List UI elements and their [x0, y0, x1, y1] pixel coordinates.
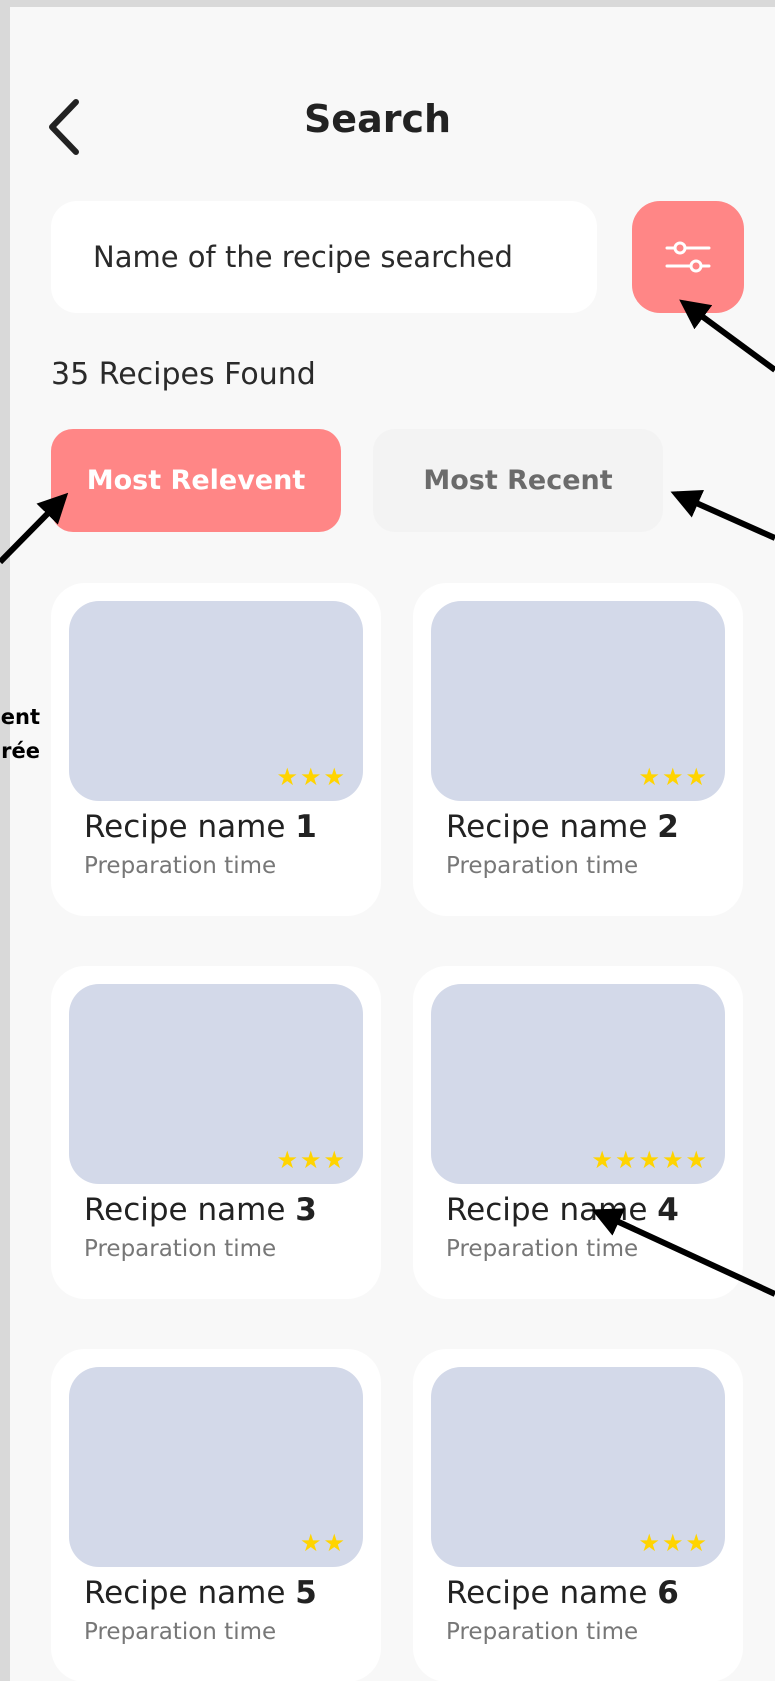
- annotation-arrow: [591, 1208, 775, 1297]
- annotation-arrows: [0, 299, 775, 1297]
- annotation-arrow: [679, 299, 775, 373]
- annotation-arrow: [670, 490, 775, 541]
- annotation-arrow: [0, 492, 69, 565]
